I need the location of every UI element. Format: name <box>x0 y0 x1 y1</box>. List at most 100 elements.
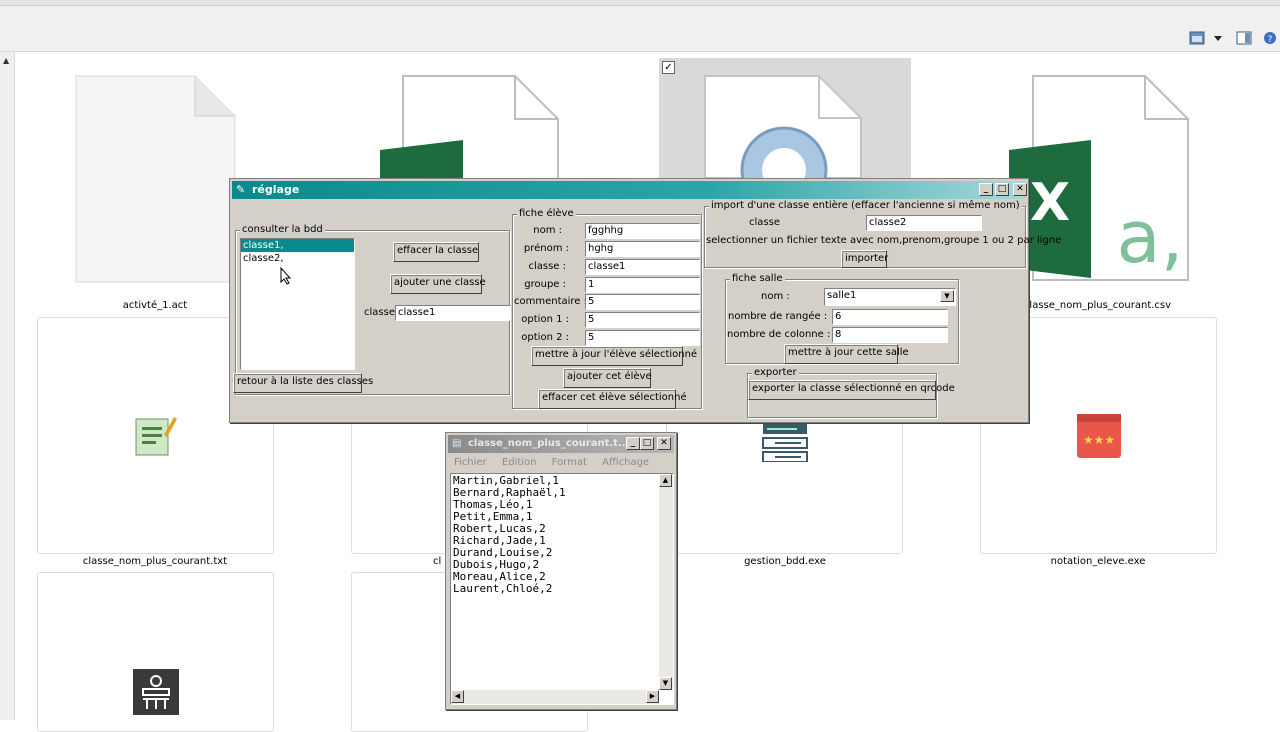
file-name-partial: cl <box>433 556 442 567</box>
nom-field[interactable]: fgghhg <box>585 223 700 239</box>
notepad-maximize-button[interactable]: □ <box>640 437 654 450</box>
svg-text:X: X <box>1030 173 1070 233</box>
classroom-app-icon <box>133 669 179 715</box>
scroll-left-icon[interactable]: ◀ <box>451 690 464 703</box>
retour-liste-button[interactable]: retour à la liste des classes <box>233 373 373 393</box>
file-tile-row3-1[interactable] <box>37 572 274 732</box>
scroll-down-icon[interactable]: ▼ <box>659 677 672 690</box>
file-tile-activite[interactable] <box>70 72 240 287</box>
classes-listbox[interactable]: classe1, classe2, <box>240 238 355 370</box>
commentaire-field[interactable]: 5 <box>585 294 700 310</box>
reglage-title: réglage <box>252 183 300 196</box>
fiche-eleve-legend: fiche élève <box>517 208 576 220</box>
notepad-vertical-scrollbar[interactable]: ▲ ▼ <box>659 474 673 690</box>
ajouter-classe-button[interactable]: ajouter une classe <box>390 274 486 294</box>
maj-eleve-button[interactable]: mettre à jour l'élève sélectionné <box>531 346 697 366</box>
notepad-icon: ▤ <box>452 438 462 449</box>
classe-label: classe <box>364 307 395 318</box>
explorer-vertical-scrollbar[interactable]: ▲ <box>0 52 15 720</box>
notepad-close-button[interactable]: ✕ <box>657 437 671 450</box>
import-hint: selectionner un fichier texte avec nom,p… <box>706 235 1062 246</box>
importer-button[interactable]: importer <box>841 250 888 268</box>
option2-field[interactable]: 5 <box>585 330 700 346</box>
view-dropdown-icon[interactable] <box>1213 31 1223 45</box>
scroll-up-icon[interactable]: ▲ <box>659 474 672 487</box>
reglage-window: ✎ réglage _ □ ✕ consulter la bdd classe1… <box>229 178 1061 423</box>
selection-checkbox[interactable]: ✓ <box>662 61 675 74</box>
rangees-label: nombre de rangée : <box>728 311 828 322</box>
notepad-minimize-button[interactable]: _ <box>626 437 640 450</box>
file-tile-csv[interactable]: X a, <box>1005 72 1200 287</box>
menu-format[interactable]: Format <box>552 457 587 468</box>
file-name-notation: notation_eleve.exe <box>1050 556 1146 567</box>
blank-document-icon <box>75 75 236 283</box>
groupe-field[interactable]: 1 <box>585 277 700 293</box>
salle-nom-value: salle1 <box>827 290 857 301</box>
explorer-toolbar: ? <box>0 0 1280 52</box>
notepad-horizontal-scrollbar[interactable]: ◀ ▶ <box>451 690 659 704</box>
toolbar-strip <box>0 0 1280 6</box>
notepad-menubar: Fichier Edition Format Affichage ? <box>448 455 674 484</box>
menu-fichier[interactable]: Fichier <box>454 457 487 468</box>
ajouter-eleve-button[interactable]: ajouter cet élève <box>563 368 652 388</box>
svg-text:★★★: ★★★ <box>1083 433 1115 447</box>
classe-eleve-field[interactable]: classe1 <box>585 259 700 275</box>
menu-edition[interactable]: Edition <box>502 457 537 468</box>
help-icon[interactable]: ? <box>1262 31 1278 45</box>
minimize-button[interactable]: _ <box>979 183 993 196</box>
prenom-label: prénom : <box>523 243 569 254</box>
consulter-legend: consulter la bdd <box>240 224 325 236</box>
notepad-file-icon <box>135 417 177 456</box>
import-classe-field[interactable]: classe2 <box>866 215 982 231</box>
exporter-legend: exporter <box>752 367 799 379</box>
file-tile-exe-selected[interactable] <box>659 58 911 214</box>
database-list-icon <box>762 424 808 462</box>
salle-nom-label: nom : <box>761 291 790 302</box>
effacer-eleve-button[interactable]: effacer cet élève sélectionné <box>538 389 687 409</box>
fiche-salle-legend: fiche salle <box>730 273 785 285</box>
prenom-field[interactable]: hghg <box>585 241 700 257</box>
commentaire-label: commentaire : <box>514 296 588 307</box>
classe-field[interactable]: classe1 <box>395 305 511 321</box>
import-classe-label: classe <box>749 217 780 228</box>
maximize-button[interactable]: □ <box>995 183 1009 196</box>
nom-label: nom : <box>533 225 562 236</box>
scroll-up-arrow-icon[interactable]: ▲ <box>3 56 9 65</box>
file-tile-excel-2[interactable] <box>375 72 565 183</box>
effacer-classe-button[interactable]: effacer la classe <box>393 242 479 262</box>
rating-app-icon: ★★★ <box>1077 414 1121 458</box>
colonnes-field[interactable]: 8 <box>832 327 948 343</box>
close-button[interactable]: ✕ <box>1013 183 1027 196</box>
option1-field[interactable]: 5 <box>585 312 700 328</box>
import-legend: import d'une classe entière (effacer l'a… <box>709 200 1022 212</box>
file-name-gestion: gestion_bdd.exe <box>744 556 826 567</box>
notepad-title: classe_nom_plus_courant.t... <box>468 438 630 449</box>
option1-label: option 1 : <box>521 314 569 325</box>
exporter-qrcode-button[interactable]: exporter la classe sélectionné en qrcode <box>748 380 955 400</box>
rangees-field[interactable]: 6 <box>832 309 948 325</box>
feather-icon: ✎ <box>236 183 246 196</box>
file-name-txt: classe_nom_plus_courant.txt <box>82 556 228 567</box>
menu-affichage[interactable]: Affichage <box>602 457 649 468</box>
option2-label: option 2 : <box>521 332 569 343</box>
list-item[interactable]: classe2, <box>241 252 354 265</box>
gear-document-icon <box>704 75 862 214</box>
svg-text:a,: a, <box>1116 195 1183 279</box>
reglage-titlebar[interactable]: ✎ réglage _ □ ✕ <box>232 181 1027 199</box>
mouse-cursor-icon <box>280 267 292 285</box>
notepad-text-area[interactable]: Martin,Gabriel,1 Bernard,Raphaël,1 Thoma… <box>450 473 674 705</box>
maj-salle-button[interactable]: mettre à jour cette salle <box>784 344 909 364</box>
file-name-csv: classe_nom_plus_courant.csv <box>1023 300 1172 311</box>
list-item[interactable]: classe1, <box>241 239 354 252</box>
svg-text:?: ? <box>1268 35 1273 45</box>
classe-eleve-label: classe : <box>528 261 566 272</box>
excel-document-icon <box>380 75 559 183</box>
scroll-right-icon[interactable]: ▶ <box>646 690 659 703</box>
notepad-window: ▤ classe_nom_plus_courant.t... _ □ ✕ Fic… <box>445 432 677 710</box>
excel-csv-icon: X a, <box>1009 75 1189 281</box>
groupe-label: groupe : <box>524 279 566 290</box>
chevron-down-icon[interactable]: ▼ <box>940 290 954 302</box>
change-view-icon[interactable] <box>1189 31 1205 45</box>
preview-pane-icon[interactable] <box>1236 31 1252 45</box>
salle-nom-combobox[interactable]: salle1 ▼ <box>824 288 956 306</box>
